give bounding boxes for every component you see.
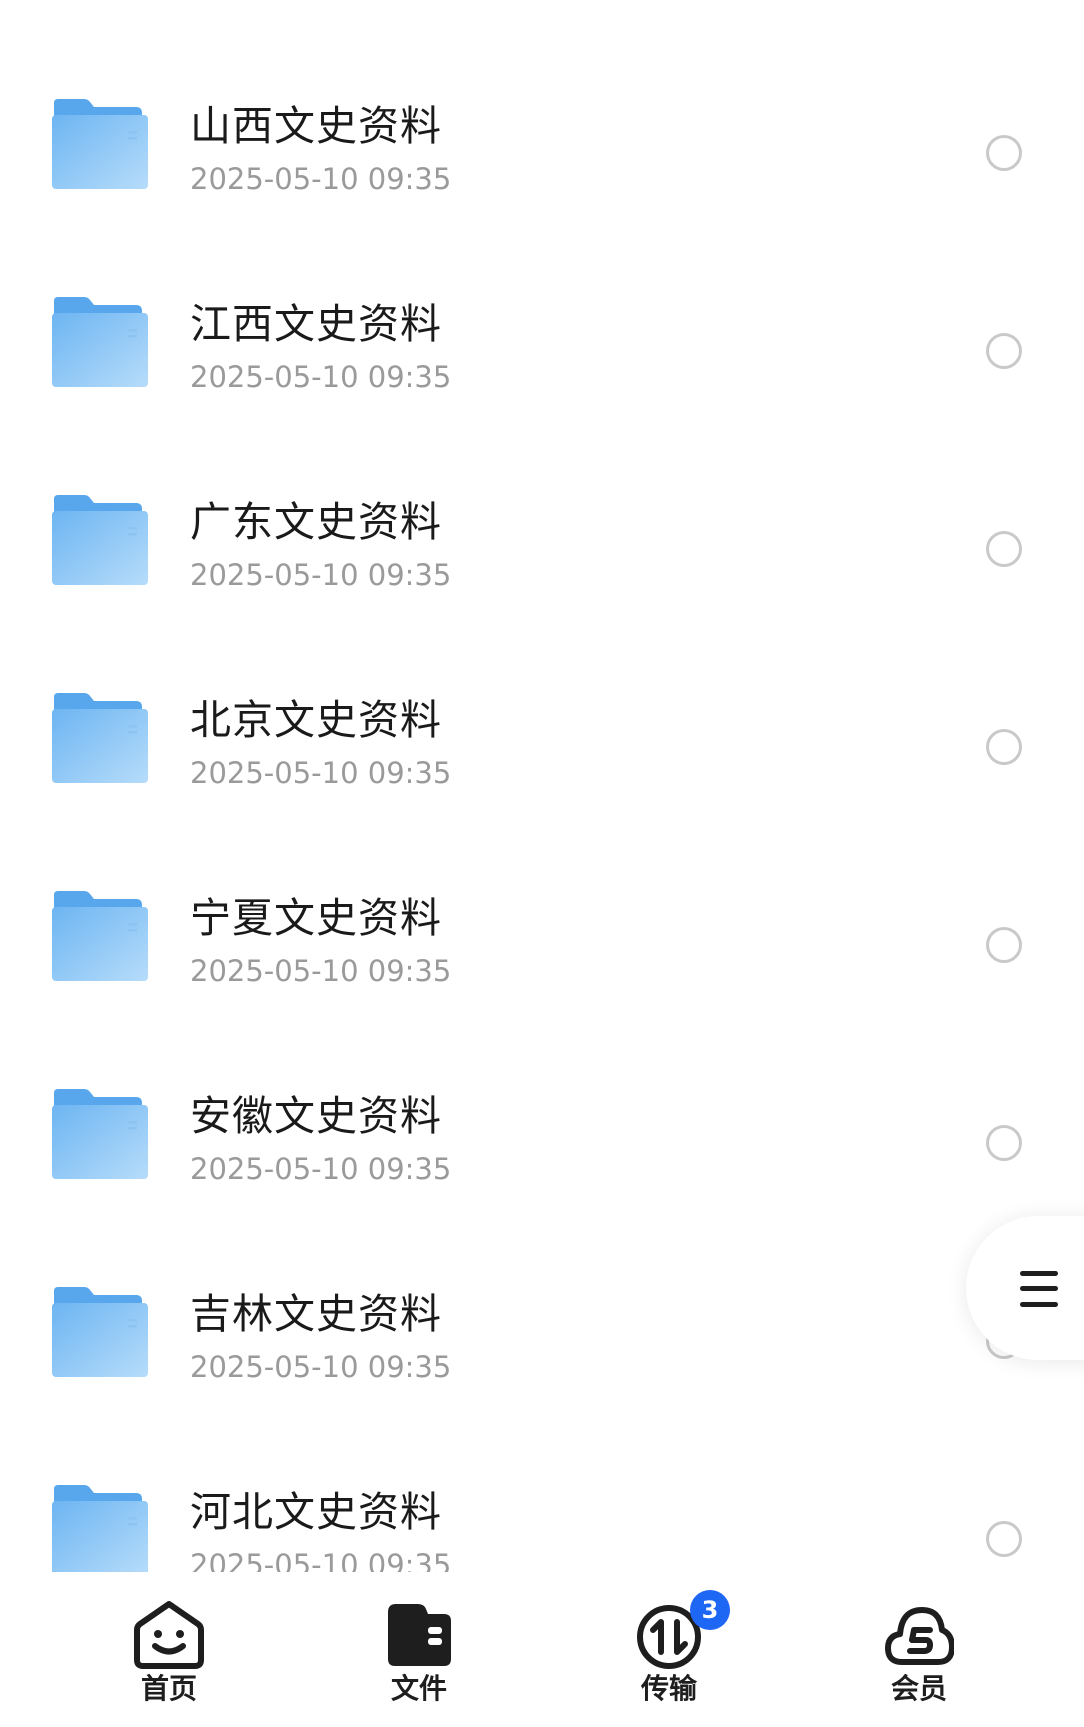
file-name: 北京文史资料 — [190, 696, 442, 744]
list-item[interactable]: 山西文史资料 2025-05-10 09:35 — [0, 52, 1084, 250]
nav-files[interactable]: 文件 — [344, 1572, 494, 1727]
nav-home-label: 首页 — [140, 1672, 197, 1705]
folder-icon — [52, 99, 148, 189]
file-folder-icon — [388, 1604, 451, 1666]
folder-icon — [52, 1287, 148, 1377]
vip-cloud-icon — [885, 1607, 954, 1665]
file-name: 广东文史资料 — [190, 498, 442, 546]
app-screen: 山西文史资料 2025-05-10 09:35 江西文史资料 2025-05-1… — [0, 0, 1084, 1727]
folder-icon — [52, 693, 148, 783]
file-date: 2025-05-10 09:35 — [190, 1152, 452, 1186]
select-checkbox[interactable] — [986, 1521, 1022, 1557]
list-item[interactable]: 江西文史资料 2025-05-10 09:35 — [0, 250, 1084, 448]
file-name: 安徽文史资料 — [190, 1092, 442, 1140]
list-item[interactable]: 广东文史资料 2025-05-10 09:35 — [0, 448, 1084, 646]
list-item[interactable]: 北京文史资料 2025-05-10 09:35 — [0, 646, 1084, 844]
list-item[interactable]: 宁夏文史资料 2025-05-10 09:35 — [0, 844, 1084, 1042]
select-checkbox[interactable] — [986, 135, 1022, 171]
file-name: 山西文史资料 — [190, 102, 442, 150]
list-item[interactable]: 安徽文史资料 2025-05-10 09:35 — [0, 1042, 1084, 1240]
folder-icon — [52, 1485, 148, 1572]
file-date: 2025-05-10 09:35 — [190, 1548, 452, 1572]
file-name: 江西文史资料 — [190, 300, 442, 348]
select-checkbox[interactable] — [986, 333, 1022, 369]
file-name: 河北文史资料 — [190, 1488, 442, 1536]
file-name: 吉林文史资料 — [190, 1290, 442, 1338]
folder-icon — [52, 1089, 148, 1179]
file-date: 2025-05-10 09:35 — [190, 954, 452, 988]
file-date: 2025-05-10 09:35 — [190, 162, 452, 196]
file-date: 2025-05-10 09:35 — [190, 756, 452, 790]
folder-icon — [52, 891, 148, 981]
bottom-nav: 首页 文件 3 传输 会员 — [0, 1572, 1084, 1727]
nav-home[interactable]: 首页 — [94, 1572, 244, 1727]
list-item[interactable]: 河北文史资料 2025-05-10 09:35 — [0, 1438, 1084, 1572]
nav-files-label: 文件 — [390, 1672, 447, 1705]
select-checkbox[interactable] — [986, 1125, 1022, 1161]
select-checkbox[interactable] — [986, 927, 1022, 963]
transfer-badge: 3 — [690, 1590, 730, 1630]
file-date: 2025-05-10 09:35 — [190, 360, 452, 394]
nav-vip-label: 会员 — [890, 1672, 947, 1705]
menu-icon — [1020, 1271, 1058, 1307]
folder-icon — [52, 495, 148, 585]
folder-icon — [52, 297, 148, 387]
nav-vip[interactable]: 会员 — [844, 1572, 994, 1727]
nav-transfer[interactable]: 3 传输 — [594, 1572, 744, 1727]
select-checkbox[interactable] — [986, 729, 1022, 765]
select-checkbox[interactable] — [986, 531, 1022, 567]
nav-transfer-label: 传输 — [640, 1672, 697, 1705]
file-name: 宁夏文史资料 — [190, 894, 442, 942]
list-item[interactable]: 吉林文史资料 2025-05-10 09:35 — [0, 1240, 1084, 1438]
home-smile-icon — [134, 1601, 204, 1669]
file-date: 2025-05-10 09:35 — [190, 1350, 452, 1384]
file-date: 2025-05-10 09:35 — [190, 558, 452, 592]
file-list: 山西文史资料 2025-05-10 09:35 江西文史资料 2025-05-1… — [0, 0, 1084, 1572]
